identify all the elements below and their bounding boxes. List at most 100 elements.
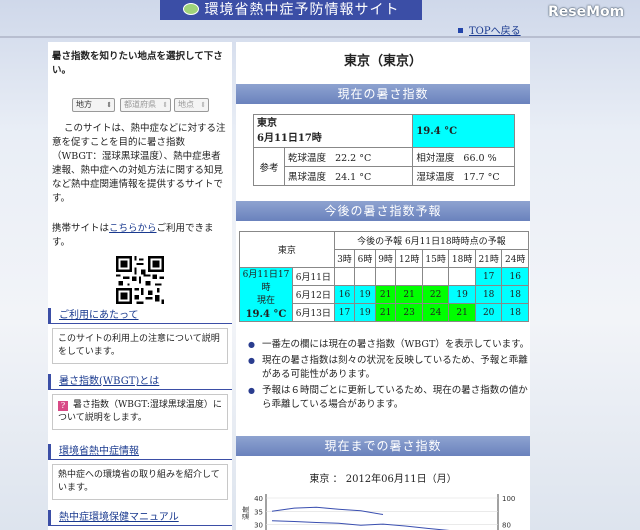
main-content: 東京（東京） 現在の暑さ指数 東京 6月11日17時 19.4 °C 参考 乾球… — [236, 42, 530, 530]
forecast-hour-label: 6時 — [354, 249, 376, 268]
forecast-hour-label: 24時 — [501, 249, 529, 268]
forecast-value-cell: 24 — [421, 303, 450, 322]
forecast-value-cell: 18 — [474, 285, 503, 304]
forecast-value-cell: 21 — [374, 285, 397, 304]
ref-label: 参考 — [253, 147, 285, 186]
forecast-hour-label: 21時 — [474, 249, 503, 268]
forecast-value-cell: 16 — [501, 267, 529, 286]
forecast-value-cell: 23 — [395, 303, 423, 322]
history-date: 東京 ： 2012年06月11日（月） — [309, 474, 457, 485]
forecast-band: 今後の暑さ指数予報 — [236, 201, 530, 221]
forecast-now-label: 現在 — [256, 295, 275, 306]
wbgt-body-text: 暑さ指数（WBGT:湿球黒球温度）について説明をします。 — [58, 400, 222, 423]
forecast-value-cell: 22 — [421, 285, 450, 304]
top-link[interactable]: TOPへ戻る — [458, 22, 540, 37]
forecast-value-cell: 19 — [354, 303, 376, 322]
sidebar-intro: 暑さ指数を知りたい地点を選択して下さい。 — [52, 51, 223, 76]
forecast-date-label: 6月11日 — [292, 267, 335, 286]
sidebar-section-manual: 熱中症環境保健マニュアル — [48, 510, 232, 526]
note-item: 現在の暑さ指数は刻々の状況を反映しているため、予報と乖離がある可能性があります。 — [246, 354, 530, 382]
location-title: 東京（東京） — [343, 54, 422, 69]
series-line — [271, 506, 384, 515]
rh-value: 66.0 % — [463, 153, 497, 164]
forecast-row: 6月11日17時 現在 19.4 °C 6月11日 17 16 — [239, 267, 529, 322]
point-select[interactable]: 地点 ⇕ — [174, 98, 209, 112]
ministry-logo-icon — [182, 3, 199, 15]
header-divider — [0, 36, 640, 38]
square-bullet-icon — [458, 28, 463, 33]
forecast-value-cell: 19 — [354, 285, 376, 304]
forecast-hour-label: 3時 — [333, 249, 356, 268]
region-select-value: 地方 — [76, 100, 92, 109]
forecast-value-cell — [448, 267, 476, 286]
site-title: 環境省熱中症予防情報サイト — [204, 2, 400, 18]
forecast-now-date: 6月11日17時 — [242, 269, 290, 293]
site-title-bar[interactable]: 環境省熱中症予防情報サイト — [160, 0, 422, 20]
current-datetime: 6月11日17時 — [257, 133, 322, 144]
history-chart: 40 35 30 100 80 温度 — [241, 494, 515, 530]
current-wbgt: 19.4 °C — [412, 114, 515, 148]
forecast-value-cell — [395, 267, 423, 286]
dropdown-arrow-icon: ⇕ — [200, 101, 206, 109]
forecast-hour-label: 12時 — [395, 249, 423, 268]
point-select-value: 地点 — [178, 100, 194, 109]
current-index-band: 現在の暑さ指数 — [236, 84, 530, 104]
sidebar-section-wbgt-link[interactable]: 暑さ指数(WBGT)とは — [48, 374, 232, 390]
sidebar-section-manual-link[interactable]: 熱中症環境保健マニュアル — [48, 510, 232, 526]
watermark: ReseMom — [548, 4, 625, 20]
forecast-hour-label: 18時 — [448, 249, 476, 268]
sidebar-section-usage-link[interactable]: ご利用にあたって — [48, 308, 232, 324]
forecast-notes: 一番左の欄には現在の暑さ指数（WBGT）を表示しています。 現在の暑さ指数は刻々… — [246, 338, 530, 414]
forecast-value-cell: 18 — [501, 285, 529, 304]
dropdown-arrow-icon: ⇕ — [162, 101, 168, 109]
prefecture-select-value: 都道府県 — [124, 100, 156, 109]
rh-label: 相対湿度 — [416, 153, 455, 164]
dry-label: 乾球温度 — [288, 153, 327, 164]
site-description: このサイトは、熱中症などに対する注意を促すことを目的に暑さ指数（WBGT：湿球黒… — [52, 123, 226, 204]
forecast-corner: 東京 — [239, 231, 335, 268]
forecast-value-cell: 16 — [333, 285, 356, 304]
forecast-value-cell — [333, 267, 356, 286]
forecast-date-label: 6月13日 — [292, 303, 335, 322]
sidebar-section-usage-body: このサイトの利用上の注意について説明をしています。 — [52, 328, 228, 364]
note-item: 予報は６時間ごとに更新しているため、現在の暑さ指数の値から乖離している場合があり… — [246, 384, 530, 412]
y-tick-label: 35 — [254, 508, 263, 516]
black-bulb-cell: 黒球温度 24.1 °C — [283, 166, 414, 186]
forecast-header: 今後の予報 6月11日18時時点の予報 — [333, 231, 530, 250]
y-tick-label: 30 — [254, 522, 263, 530]
forecast-value-cell: 21 — [374, 303, 397, 322]
location-selectors: 地方 ⇕ 都道府県 ⇕ 地点 ⇕ — [72, 98, 232, 112]
sidebar-section-moe-link[interactable]: 環境省熱中症情報 — [48, 444, 232, 460]
wet-bulb-cell: 湿球温度 17.7 °C — [412, 166, 515, 186]
y-axis-label: 温度 — [241, 506, 250, 520]
sidebar-section-moe-body: 熱中症への環境省の取り組みを紹介しています。 — [52, 464, 228, 500]
black-value: 24.1 °C — [335, 172, 372, 183]
forecast-value-cell — [421, 267, 450, 286]
current-index-table: 東京 6月11日17時 19.4 °C 参考 乾球温度 22.2 °C 相対湿度… — [252, 114, 515, 186]
series-line — [271, 520, 450, 530]
forecast-value-cell — [374, 267, 397, 286]
question-icon: ? — [58, 401, 68, 411]
dry-value: 22.2 °C — [335, 153, 372, 164]
region-select[interactable]: 地方 ⇕ — [72, 98, 115, 112]
forecast-value-cell: 17 — [333, 303, 356, 322]
forecast-value-cell: 19 — [448, 285, 476, 304]
prefecture-select[interactable]: 都道府県 ⇕ — [120, 98, 171, 112]
mobile-site-text: 携帯サイトはこちらからご利用できます。 — [52, 222, 230, 250]
humidity-cell: 相対湿度 66.0 % — [412, 147, 515, 167]
forecast-now-value: 19.4 °C — [245, 308, 287, 320]
dry-bulb-cell: 乾球温度 22.2 °C — [283, 147, 414, 167]
sidebar-section-wbgt: 暑さ指数(WBGT)とは ? 暑さ指数（WBGT:湿球黒球温度）について説明をしま… — [48, 374, 232, 430]
black-label: 黒球温度 — [288, 172, 327, 183]
sidebar-section-moe: 環境省熱中症情報 熱中症への環境省の取り組みを紹介しています。 — [48, 444, 232, 500]
forecast-hour-label: 15時 — [421, 249, 450, 268]
forecast-now-cell: 6月11日17時 現在 19.4 °C — [239, 267, 293, 322]
sidebar-section-usage: ご利用にあたって このサイトの利用上の注意について説明をしています。 — [48, 308, 232, 364]
wet-label: 湿球温度 — [416, 172, 455, 183]
wet-value: 17.7 °C — [463, 172, 500, 183]
y-tick-label: 40 — [254, 495, 263, 503]
forecast-value-cell: 17 — [474, 267, 503, 286]
forecast-value-cell: 18 — [501, 303, 529, 322]
mobile-site-link[interactable]: こちらから — [109, 223, 157, 234]
current-place: 東京 — [257, 118, 277, 129]
